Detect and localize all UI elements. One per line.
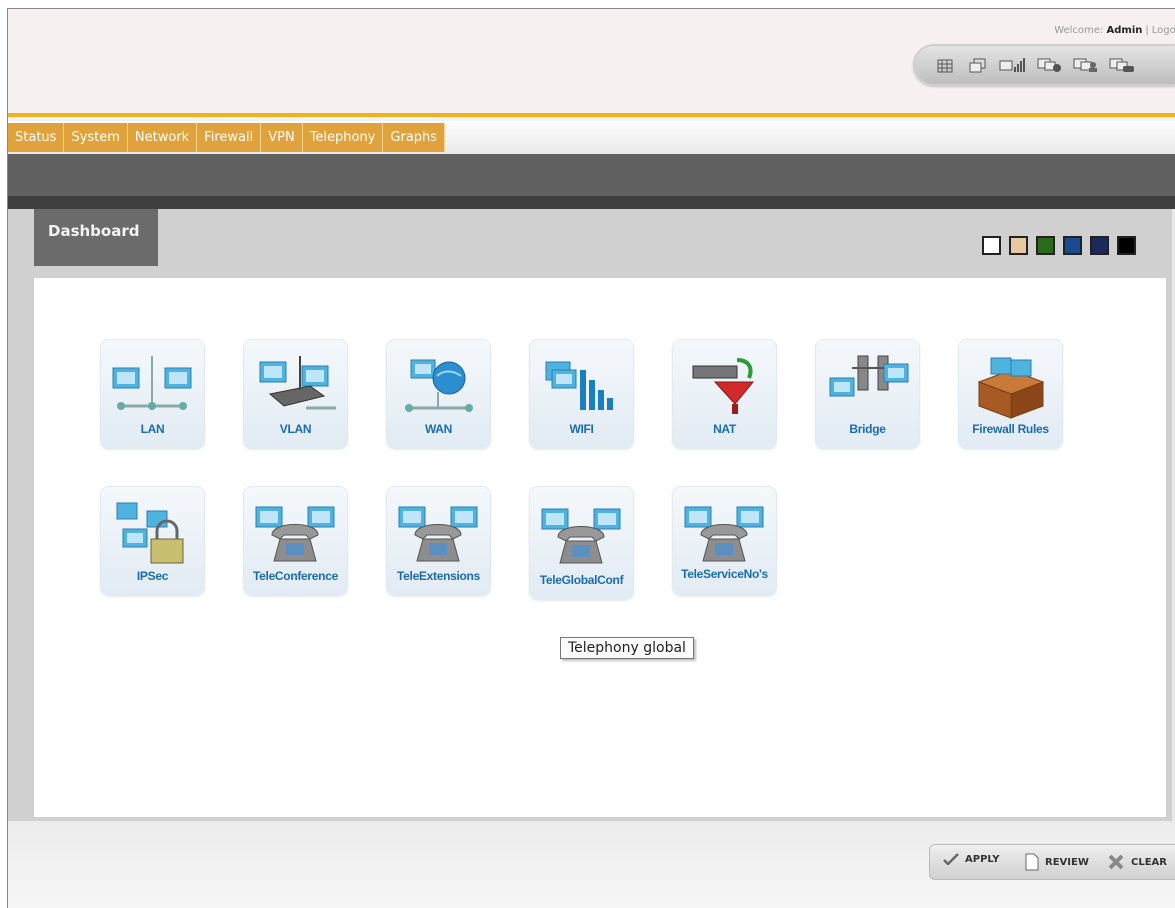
tile-label: VLAN	[279, 422, 312, 436]
document-icon	[1025, 853, 1039, 871]
tile-ipsec[interactable]: IPSec	[101, 487, 204, 595]
tile-teleextensions[interactable]: TeleExtensions	[387, 487, 490, 595]
tile-firewall-rules[interactable]: Firewall Rules	[959, 340, 1062, 448]
telephone-icon	[684, 506, 764, 562]
tile-vlan[interactable]: VLAN	[244, 340, 347, 448]
tile-label: TeleConference	[253, 569, 338, 583]
theme-swatch-blue[interactable]	[1063, 236, 1082, 255]
review-label: REVIEW	[1045, 856, 1089, 868]
tile-teleconference[interactable]: TeleConference	[244, 487, 347, 595]
clear-icon	[1108, 854, 1124, 870]
users-icon[interactable]	[1073, 57, 1099, 73]
check-icon	[943, 853, 959, 865]
wan-icon	[405, 359, 473, 412]
tile-label: TeleServiceNo's	[681, 567, 768, 581]
clear-button[interactable]: CLEAR	[1107, 853, 1167, 871]
tile-label: Firewall Rules	[972, 422, 1049, 436]
vlan-icon	[259, 356, 336, 410]
user-name: Admin	[1106, 25, 1143, 36]
phone-monitor-icon[interactable]	[1109, 57, 1135, 73]
signal-icon[interactable]	[999, 57, 1025, 73]
quick-toolbar	[913, 44, 1175, 86]
windows-icon[interactable]	[969, 57, 987, 73]
review-button[interactable]: REVIEW	[1025, 853, 1089, 871]
network-status-icon[interactable]	[1037, 57, 1063, 73]
firewall-icon	[977, 357, 1045, 419]
tile-label: Bridge	[849, 422, 886, 436]
tile-label: TeleExtensions	[397, 569, 480, 583]
tile-lan[interactable]: LAN	[101, 340, 204, 448]
tile-label: TeleGlobalConf	[539, 573, 624, 587]
welcome-label: Welcome:	[1054, 25, 1104, 36]
tile-teleserviceno[interactable]: TeleServiceNo's	[673, 487, 776, 595]
nav-status[interactable]: Status	[8, 123, 65, 152]
tile-wifi[interactable]: WIFI	[530, 340, 633, 448]
ipsec-icon	[116, 502, 184, 564]
theme-swatch-white[interactable]	[982, 236, 1001, 255]
wifi-icon	[545, 361, 613, 410]
nav-network[interactable]: Network	[127, 123, 198, 152]
tile-nat[interactable]: NAT	[673, 340, 776, 448]
apply-button[interactable]: APPLY	[943, 853, 999, 865]
tile-teleglobalconf[interactable]: TeleGlobalConf	[530, 487, 633, 599]
dashboard-tab[interactable]: Dashboard	[34, 209, 158, 266]
theme-swatch-navy[interactable]	[1090, 236, 1109, 255]
sub-nav-divider	[8, 196, 1175, 209]
bridge-icon	[829, 355, 909, 397]
dashboard-area: LAN VLAN WAN WIFI NAT Bridge Firewall Ru…	[34, 278, 1166, 817]
theme-swatch-tan[interactable]	[1009, 236, 1028, 255]
content-panel: Dashboard LAN VLAN WAN WIFI NAT Bridge F…	[8, 209, 1174, 821]
app-frame: Welcome: Admin|Logout	[7, 8, 1175, 908]
main-nav: Status System Network Firewall VPN Telep…	[8, 121, 1175, 154]
theme-swatch-black[interactable]	[1117, 236, 1136, 255]
sub-nav-bar	[8, 154, 1175, 196]
footer-area: APPLY REVIEW CLEAR	[8, 821, 1175, 908]
tile-wan[interactable]: WAN	[387, 340, 490, 448]
tile-label: IPSec	[136, 569, 169, 583]
tooltip: Telephony global	[560, 637, 694, 659]
nav-system[interactable]: System	[64, 123, 128, 152]
telephone-icon	[398, 506, 478, 562]
tile-label: WIFI	[569, 422, 594, 436]
telephone-icon	[255, 506, 335, 562]
nav-graphs[interactable]: Graphs	[383, 123, 446, 152]
logout-link[interactable]: Logout	[1152, 25, 1175, 36]
header: Welcome: Admin|Logout	[8, 9, 1175, 117]
lan-icon	[112, 356, 192, 410]
nav-vpn[interactable]: VPN	[261, 123, 303, 152]
nav-firewall[interactable]: Firewall	[197, 123, 262, 152]
tile-bridge[interactable]: Bridge	[816, 340, 919, 448]
tile-label: NAT	[713, 422, 736, 436]
theme-swatches	[982, 236, 1136, 255]
tile-label: LAN	[140, 422, 165, 436]
apply-label: APPLY	[965, 853, 1000, 865]
action-bar: APPLY REVIEW CLEAR	[929, 844, 1175, 880]
telephone-icon	[541, 508, 621, 564]
separator: |	[1145, 25, 1149, 36]
theme-swatch-green[interactable]	[1036, 236, 1055, 255]
clear-label: CLEAR	[1131, 856, 1167, 868]
welcome-text: Welcome: Admin|Logout	[1054, 25, 1175, 36]
nav-telephony[interactable]: Telephony	[302, 123, 384, 152]
grid-icon[interactable]	[937, 57, 953, 73]
tile-label: WAN	[424, 422, 453, 436]
nat-icon	[692, 358, 755, 414]
